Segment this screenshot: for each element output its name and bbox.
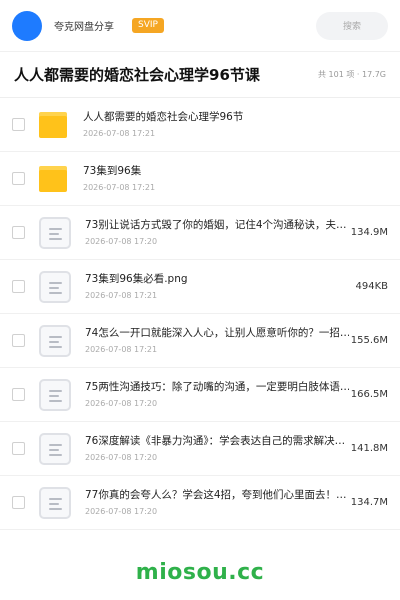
list-item[interactable]: 76深度解读《非暴力沟通》：学会表达自己的需求解决冲突 2026-07-08 17… [0, 422, 400, 476]
file-date: 2026-07-08 17:21 [85, 345, 158, 354]
file-size: 166.5M [348, 387, 388, 402]
select-checkbox[interactable] [12, 388, 25, 401]
file-name: 75两性沟通技巧：除了动嘴的沟通，一定要明白肢体语言的重要性 [85, 381, 353, 393]
document-icon [39, 378, 71, 411]
top-header: 夸克网盘分享 SVIP 搜索 [0, 0, 400, 52]
file-info: 76深度解读《非暴力沟通》：学会表达自己的需求解决冲突 2026-07-08 17… [85, 434, 353, 463]
list-item[interactable]: 人人都需要的婚恋社会心理学96节 2026-07-08 17:21 [0, 98, 400, 152]
avatar[interactable] [12, 10, 42, 41]
list-item[interactable]: 74怎么一开口就能深入人心，让别人愿意听你的？一招教会你 2026-07-08 1… [0, 314, 400, 368]
folder-icon [39, 164, 69, 194]
select-checkbox[interactable] [12, 280, 25, 293]
file-size: 141.8M [348, 441, 388, 456]
file-info: 73集到96集必看.png 2026-07-08 17:21 [85, 272, 353, 301]
file-name: 74怎么一开口就能深入人心，让别人愿意听你的？一招教会你 [85, 327, 353, 339]
list-item[interactable]: 73别让说话方式毁了你的婚姻，记住4个沟通秘诀，夫妻关系更和谐 2026-07-0… [0, 206, 400, 260]
file-size: 134.7M [348, 495, 388, 510]
footer-watermark: miosou.cc [0, 560, 400, 585]
file-name: 73别让说话方式毁了你的婚姻，记住4个沟通秘诀，夫妻关系更和谐 [85, 219, 353, 231]
item-count-meta: 共 101 项 · 17.7G [318, 70, 386, 79]
select-checkbox[interactable] [12, 442, 25, 455]
file-date: 2026-07-08 17:20 [85, 453, 158, 462]
file-date: 2026-07-08 17:20 [85, 237, 158, 246]
search-input[interactable]: 搜索 [316, 11, 388, 40]
search-placeholder: 搜索 [342, 22, 361, 32]
document-icon [39, 216, 71, 249]
folder-title-bar: 人人都需要的婚恋社会心理学96节课 共 101 项 · 17.7G [0, 52, 400, 98]
file-info: 77你真的会夸人么？学会这4招，夸到他们心里面去！你要知道的 2026-07-08… [85, 488, 353, 517]
file-date: 2026-07-08 17:20 [85, 507, 158, 516]
list-item[interactable]: 77你真的会夸人么？学会这4招，夸到他们心里面去！你要知道的 2026-07-08… [0, 476, 400, 530]
file-date: 2026-07-08 17:21 [85, 291, 158, 300]
svip-badge: SVIP [132, 18, 164, 33]
document-icon [39, 432, 71, 465]
select-checkbox[interactable] [12, 226, 25, 239]
brand-logo-text: miosou.cc [135, 560, 265, 585]
list-item[interactable]: 75两性沟通技巧：除了动嘴的沟通，一定要明白肢体语言的重要性 2026-07-08… [0, 368, 400, 422]
file-list: 人人都需要的婚恋社会心理学96节 2026-07-08 17:21 73集到96集 2… [0, 98, 400, 530]
list-item[interactable]: 73集到96集 2026-07-08 17:21 [0, 152, 400, 206]
document-icon [39, 486, 71, 519]
list-item[interactable]: 73集到96集必看.png 2026-07-08 17:21 494KB [0, 260, 400, 314]
file-size: 155.6M [348, 333, 388, 348]
document-icon [39, 270, 71, 303]
file-name: 73集到96集必看.png [85, 273, 188, 285]
username: 夸克网盘分享 [54, 22, 114, 33]
select-checkbox[interactable] [12, 334, 25, 347]
file-date: 2026-07-08 17:21 [83, 183, 156, 192]
page-title: 人人都需要的婚恋社会心理学96节课 [14, 66, 260, 84]
file-info: 75两性沟通技巧：除了动嘴的沟通，一定要明白肢体语言的重要性 2026-07-08… [85, 380, 353, 409]
file-info: 74怎么一开口就能深入人心，让别人愿意听你的？一招教会你 2026-07-08 1… [85, 326, 353, 355]
file-date: 2026-07-08 17:20 [85, 399, 158, 408]
select-checkbox[interactable] [12, 172, 25, 185]
folder-icon [39, 110, 69, 140]
document-icon [39, 324, 71, 357]
file-info: 人人都需要的婚恋社会心理学96节 2026-07-08 17:21 [83, 110, 351, 139]
file-name: 人人都需要的婚恋社会心理学96节 [83, 111, 244, 123]
select-checkbox[interactable] [12, 496, 25, 509]
file-name: 76深度解读《非暴力沟通》：学会表达自己的需求解决冲突 [85, 435, 353, 447]
file-name: 73集到96集 [83, 165, 142, 177]
file-size: 134.9M [348, 225, 388, 240]
file-info: 73别让说话方式毁了你的婚姻，记住4个沟通秘诀，夫妻关系更和谐 2026-07-0… [85, 218, 353, 247]
select-checkbox[interactable] [12, 118, 25, 131]
file-date: 2026-07-08 17:21 [83, 129, 156, 138]
file-name: 77你真的会夸人么？学会这4招，夸到他们心里面去！你要知道的 [85, 489, 353, 501]
file-info: 73集到96集 2026-07-08 17:21 [83, 164, 351, 193]
file-size: 494KB [353, 279, 388, 294]
